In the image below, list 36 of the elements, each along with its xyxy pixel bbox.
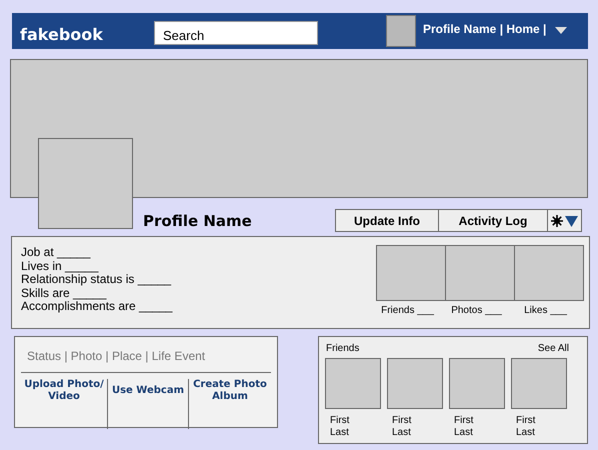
friend-name[interactable]: First Last [454, 415, 484, 439]
album-link[interactable]: Create Photo Album [188, 379, 271, 429]
see-all-link[interactable]: See All [538, 343, 569, 354]
friend-photo[interactable] [449, 358, 505, 409]
friend-name[interactable]: First Last [392, 415, 422, 439]
nav-links[interactable]: Profile Name | Home | [423, 22, 546, 36]
photo-placeholder[interactable] [376, 245, 446, 301]
friends-title: Friends [326, 343, 360, 354]
profile-name: Profile Name [143, 212, 252, 230]
about-line: Accomplishments are _____ [21, 300, 174, 314]
settings-button[interactable] [547, 208, 582, 232]
search-field[interactable]: Search [154, 21, 318, 45]
friend-name[interactable]: First Last [330, 415, 360, 439]
friend-photo[interactable] [325, 358, 381, 409]
avatar[interactable] [386, 15, 416, 47]
about-line: Job at _____ [21, 246, 92, 260]
about-line: Relationship status is _____ [21, 273, 172, 286]
caret-icon [565, 216, 578, 226]
photo-placeholder[interactable] [514, 245, 584, 301]
webcam-link[interactable]: Use Webcam [107, 379, 188, 429]
friend-photo[interactable] [387, 358, 443, 409]
photo-placeholder[interactable] [445, 245, 515, 301]
star-icon [551, 215, 563, 227]
stat-label[interactable]: Likes ___ [515, 305, 584, 316]
friend-photo[interactable] [511, 358, 567, 409]
post-type-tabs[interactable]: Status | Photo | Place | Life Event [21, 337, 271, 373]
stat-label[interactable]: Friends ___ [377, 305, 446, 316]
friend-name[interactable]: First Last [516, 415, 546, 439]
activity-log-button[interactable]: Activity Log [438, 208, 548, 232]
logo[interactable]: fakebook [20, 24, 154, 44]
about-line: Lives in _____ [21, 260, 100, 273]
upload-link[interactable]: Upload Photo/ Video [21, 379, 107, 429]
about-line: Skills are _____ [21, 286, 108, 300]
dropdown-icon[interactable] [555, 26, 568, 34]
stat-label[interactable]: Photos ___ [446, 305, 515, 316]
update-info-button[interactable]: Update Info [335, 208, 439, 232]
